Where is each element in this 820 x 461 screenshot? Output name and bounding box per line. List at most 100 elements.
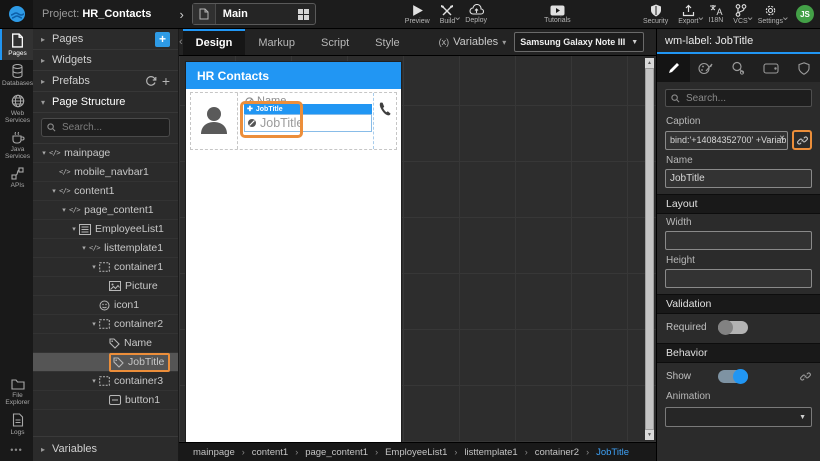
vcs-button[interactable]: VCS ⌄ — [733, 3, 755, 25]
inspector-tab-security[interactable] — [787, 54, 820, 82]
tree-item-page_content1[interactable]: ▾ </> page_content1 — [33, 201, 178, 220]
chevron-down-icon: ▾ — [502, 37, 507, 47]
inspector-tab-styles[interactable] — [690, 54, 723, 82]
container-icon — [99, 319, 110, 329]
tree-label: container3 — [114, 375, 164, 387]
breadcrumb-JobTitle[interactable]: JobTitle — [596, 447, 629, 458]
tutorials-button[interactable]: Tutorials — [544, 5, 571, 24]
tab-design[interactable]: Design — [182, 29, 246, 55]
breadcrumb-separator: › — [375, 447, 379, 457]
breadcrumb-listtemplate1[interactable]: listtemplate1 — [464, 447, 517, 458]
pencil-icon — [667, 62, 680, 75]
layout-section-header[interactable]: Layout — [657, 194, 820, 214]
bind-property-button[interactable] — [792, 130, 812, 150]
width-field[interactable] — [665, 231, 812, 250]
rail-file-explorer[interactable]: File Explorer — [0, 374, 33, 409]
caption-field[interactable]: bind:'+14084352700' +Variables.HrdbE × — [665, 130, 788, 150]
validation-section-header[interactable]: Validation — [657, 294, 820, 314]
tree-item-button1[interactable]: button1 — [33, 391, 178, 410]
left-panel: ▸ Pages + ▸ Widgets ▸ Prefabs + ▾ Page Structure … — [33, 29, 179, 461]
settings-button[interactable]: Settings ⌄ — [758, 4, 790, 25]
call-button-widget[interactable] — [374, 93, 396, 149]
add-prefab-icon[interactable]: + — [162, 73, 170, 89]
clear-icon[interactable]: × — [779, 133, 785, 144]
device-selector[interactable]: Samsung Galaxy Note III ▼ — [514, 32, 645, 52]
required-toggle[interactable] — [718, 320, 748, 335]
name-field[interactable]: JobTitle — [665, 169, 812, 188]
jobtitle-label-widget[interactable]: JobTitle — [244, 114, 372, 132]
build-button[interactable]: Build ⌄ — [440, 4, 462, 25]
breadcrumb-mainpage[interactable]: mainpage — [193, 447, 235, 458]
rail-more-button[interactable]: ••• — [0, 439, 33, 461]
variables-dropdown[interactable]: (x) Variables ▾ — [439, 36, 507, 48]
add-page-button[interactable]: + — [155, 31, 170, 47]
section-page-structure[interactable]: ▾ Page Structure — [33, 92, 178, 113]
section-prefabs[interactable]: ▸ Prefabs + — [33, 71, 178, 92]
tree-item-EmployeeList1[interactable]: ▾ EmployeeList1 — [33, 220, 178, 239]
wavemaker-logo[interactable] — [0, 0, 33, 28]
breadcrumb-content1[interactable]: content1 — [252, 447, 288, 458]
tree-item-icon1[interactable]: icon1 — [33, 296, 178, 315]
i18n-button[interactable]: A I18N — [709, 4, 723, 24]
inspector-tab-events[interactable] — [722, 54, 755, 82]
rail-logs-label: Logs — [10, 429, 25, 436]
height-field[interactable] — [665, 269, 812, 288]
page-grid-icon[interactable] — [293, 8, 315, 20]
selected-tree-node: JobTitle — [109, 352, 171, 372]
breadcrumb-page_content1[interactable]: page_content1 — [305, 447, 368, 458]
tree-item-container2[interactable]: ▾ container2 — [33, 315, 178, 334]
animation-dropdown[interactable]: ▼ — [665, 407, 812, 427]
inspector-tab-device[interactable] — [755, 54, 788, 82]
scroll-up-icon[interactable]: ▲ — [645, 58, 654, 68]
container2-widget[interactable]: Name ✚ JobTitle JobTitle — [238, 93, 374, 149]
rail-apis[interactable]: APIs — [0, 163, 33, 192]
tree-item-JobTitle[interactable]: JobTitle — [33, 352, 178, 372]
tree-item-Picture[interactable]: Picture — [33, 277, 178, 296]
user-avatar[interactable]: JS — [796, 5, 814, 23]
preview-button[interactable]: Preview — [405, 4, 430, 25]
breadcrumb-container2[interactable]: container2 — [535, 447, 579, 458]
show-toggle[interactable] — [718, 369, 748, 384]
tree-item-mobile_navbar1[interactable]: </> mobile_navbar1 — [33, 163, 178, 182]
tree-item-container3[interactable]: ▾ container3 — [33, 372, 178, 391]
bind-show-icon[interactable] — [800, 371, 811, 382]
tab-script[interactable]: Script — [308, 29, 362, 55]
page-structure-tree: ▾ </> mainpage </> mobile_navbar1 ▾ </> content… — [33, 144, 178, 436]
rail-logs[interactable]: Logs — [0, 409, 33, 439]
security-button[interactable]: Security — [643, 4, 668, 25]
inspector-tab-properties[interactable] — [657, 54, 690, 82]
scroll-down-icon[interactable]: ▼ — [645, 430, 654, 440]
tree-item-Name[interactable]: Name — [33, 334, 178, 353]
rail-databases[interactable]: Databases — [0, 60, 33, 90]
rail-pages[interactable]: Pages — [0, 29, 33, 60]
refresh-icon[interactable] — [145, 75, 157, 87]
selected-widget-bar[interactable]: ✚ JobTitle — [244, 104, 372, 114]
tree-item-content1[interactable]: ▾ </> content1 — [33, 182, 178, 201]
tab-style[interactable]: Style — [362, 29, 412, 55]
rail-apis-label: APIs — [10, 182, 25, 189]
tab-markup[interactable]: Markup — [245, 29, 308, 55]
canvas-scrollbar[interactable]: ▲ ▼ — [645, 58, 654, 440]
search-input[interactable] — [60, 121, 164, 134]
tree-item-container1[interactable]: ▾ container1 — [33, 258, 178, 277]
behavior-section-header[interactable]: Behavior — [657, 343, 820, 363]
scrollbar-thumb[interactable] — [645, 68, 654, 430]
page-selector[interactable]: Main — [191, 3, 316, 25]
employee-list-item[interactable]: Name ✚ JobTitle JobTitle — [190, 92, 397, 150]
breadcrumb-EmployeeList1[interactable]: EmployeeList1 — [385, 447, 447, 458]
caption-value: bind:'+14084352700' +Variables.HrdbE — [670, 135, 787, 145]
section-widgets[interactable]: ▸ Widgets — [33, 50, 178, 71]
video-icon — [550, 5, 565, 16]
tree-item-mainpage[interactable]: ▾ </> mainpage — [33, 144, 178, 163]
design-canvas[interactable]: HR Contacts Name ✚ JobTitle JobTitle ▲ ▼ — [179, 56, 656, 442]
section-pages[interactable]: ▸ Pages + — [33, 29, 178, 50]
tree-item-listtemplate1[interactable]: ▾ </> listtemplate1 — [33, 239, 178, 258]
rail-java-services[interactable]: Java Services — [0, 127, 33, 163]
variables-section[interactable]: ▸ Variables — [33, 436, 178, 461]
tree-label: mainpage — [64, 147, 111, 159]
picture-widget[interactable] — [191, 93, 238, 149]
deploy-button[interactable]: Deploy — [465, 4, 487, 24]
export-button[interactable]: Export ⌄ — [678, 4, 706, 25]
properties-search-input[interactable] — [684, 91, 806, 105]
rail-web-services[interactable]: Web Services — [0, 90, 33, 127]
